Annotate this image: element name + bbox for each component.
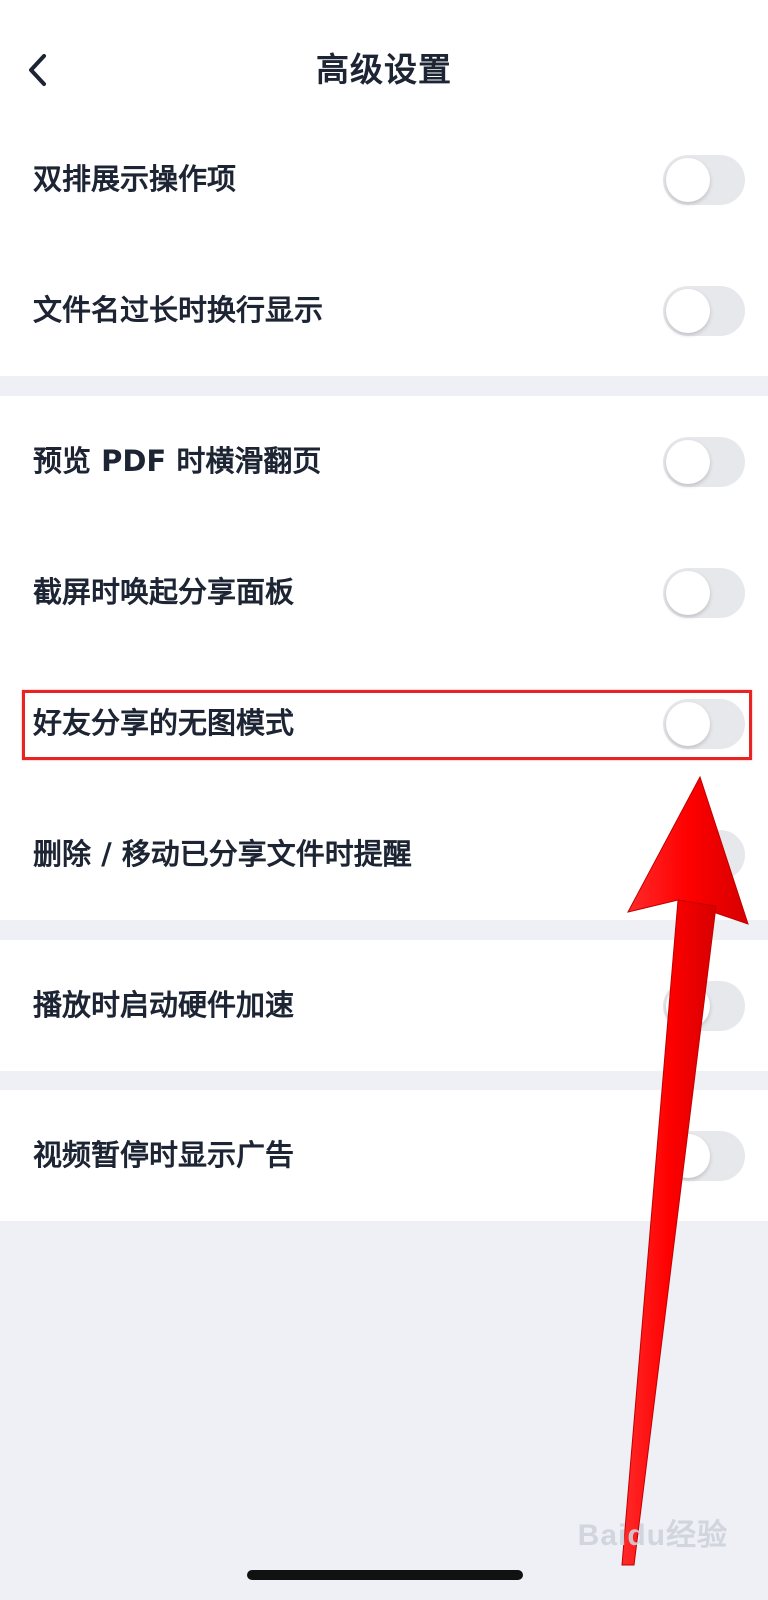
setting-row-screenshot-share-panel[interactable]: 截屏时唤起分享面板 [0,527,768,658]
setting-row-hardware-acceleration[interactable]: 播放时启动硬件加速 [0,940,768,1071]
toggle-knob [666,571,710,615]
toggle-switch[interactable] [663,1131,745,1181]
settings-group-sharing: 预览 PDF 时横滑翻页 截屏时唤起分享面板 好友分享的无图模式 删除 / 移动… [0,396,768,920]
toggle-switch[interactable] [663,568,745,618]
toggle-switch[interactable] [663,155,745,205]
toggle-switch[interactable] [663,981,745,1031]
setting-row-pause-ads[interactable]: 视频暂停时显示广告 [0,1090,768,1221]
home-indicator [247,1570,523,1580]
toggle-knob [666,984,710,1028]
toggle-switch[interactable] [663,830,745,880]
setting-label: 预览 PDF 时横滑翻页 [33,444,322,478]
toggle-knob [666,289,710,333]
setting-label: 好友分享的无图模式 [33,706,295,740]
setting-row-no-image-mode[interactable]: 好友分享的无图模式 [0,658,768,789]
setting-row-wrap-long-filenames[interactable]: 文件名过长时换行显示 [0,245,768,376]
settings-group-display: 双排展示操作项 文件名过长时换行显示 [0,114,768,376]
toggle-knob [666,1134,710,1178]
setting-label: 双排展示操作项 [33,162,237,196]
page-title: 高级设置 [316,50,452,89]
setting-row-pdf-horizontal-swipe[interactable]: 预览 PDF 时横滑翻页 [0,396,768,527]
setting-label: 截屏时唤起分享面板 [33,575,295,609]
toggle-knob [666,702,710,746]
toggle-switch[interactable] [663,699,745,749]
settings-group-playback: 播放时启动硬件加速 [0,940,768,1071]
settings-group-ads: 视频暂停时显示广告 [0,1090,768,1221]
toggle-knob [666,440,710,484]
toggle-knob [666,833,710,877]
toggle-knob [666,158,710,202]
setting-label: 删除 / 移动已分享文件时提醒 [33,837,412,871]
toggle-switch[interactable] [663,437,745,487]
setting-row-double-row-actions[interactable]: 双排展示操作项 [0,114,768,245]
setting-row-shared-file-reminder[interactable]: 删除 / 移动已分享文件时提醒 [0,789,768,920]
watermark: Baidu经验 [577,1519,728,1552]
header: 高级设置 [0,0,768,130]
setting-label: 文件名过长时换行显示 [33,293,324,327]
setting-label: 视频暂停时显示广告 [33,1138,295,1172]
toggle-switch[interactable] [663,286,745,336]
setting-label: 播放时启动硬件加速 [33,988,295,1022]
